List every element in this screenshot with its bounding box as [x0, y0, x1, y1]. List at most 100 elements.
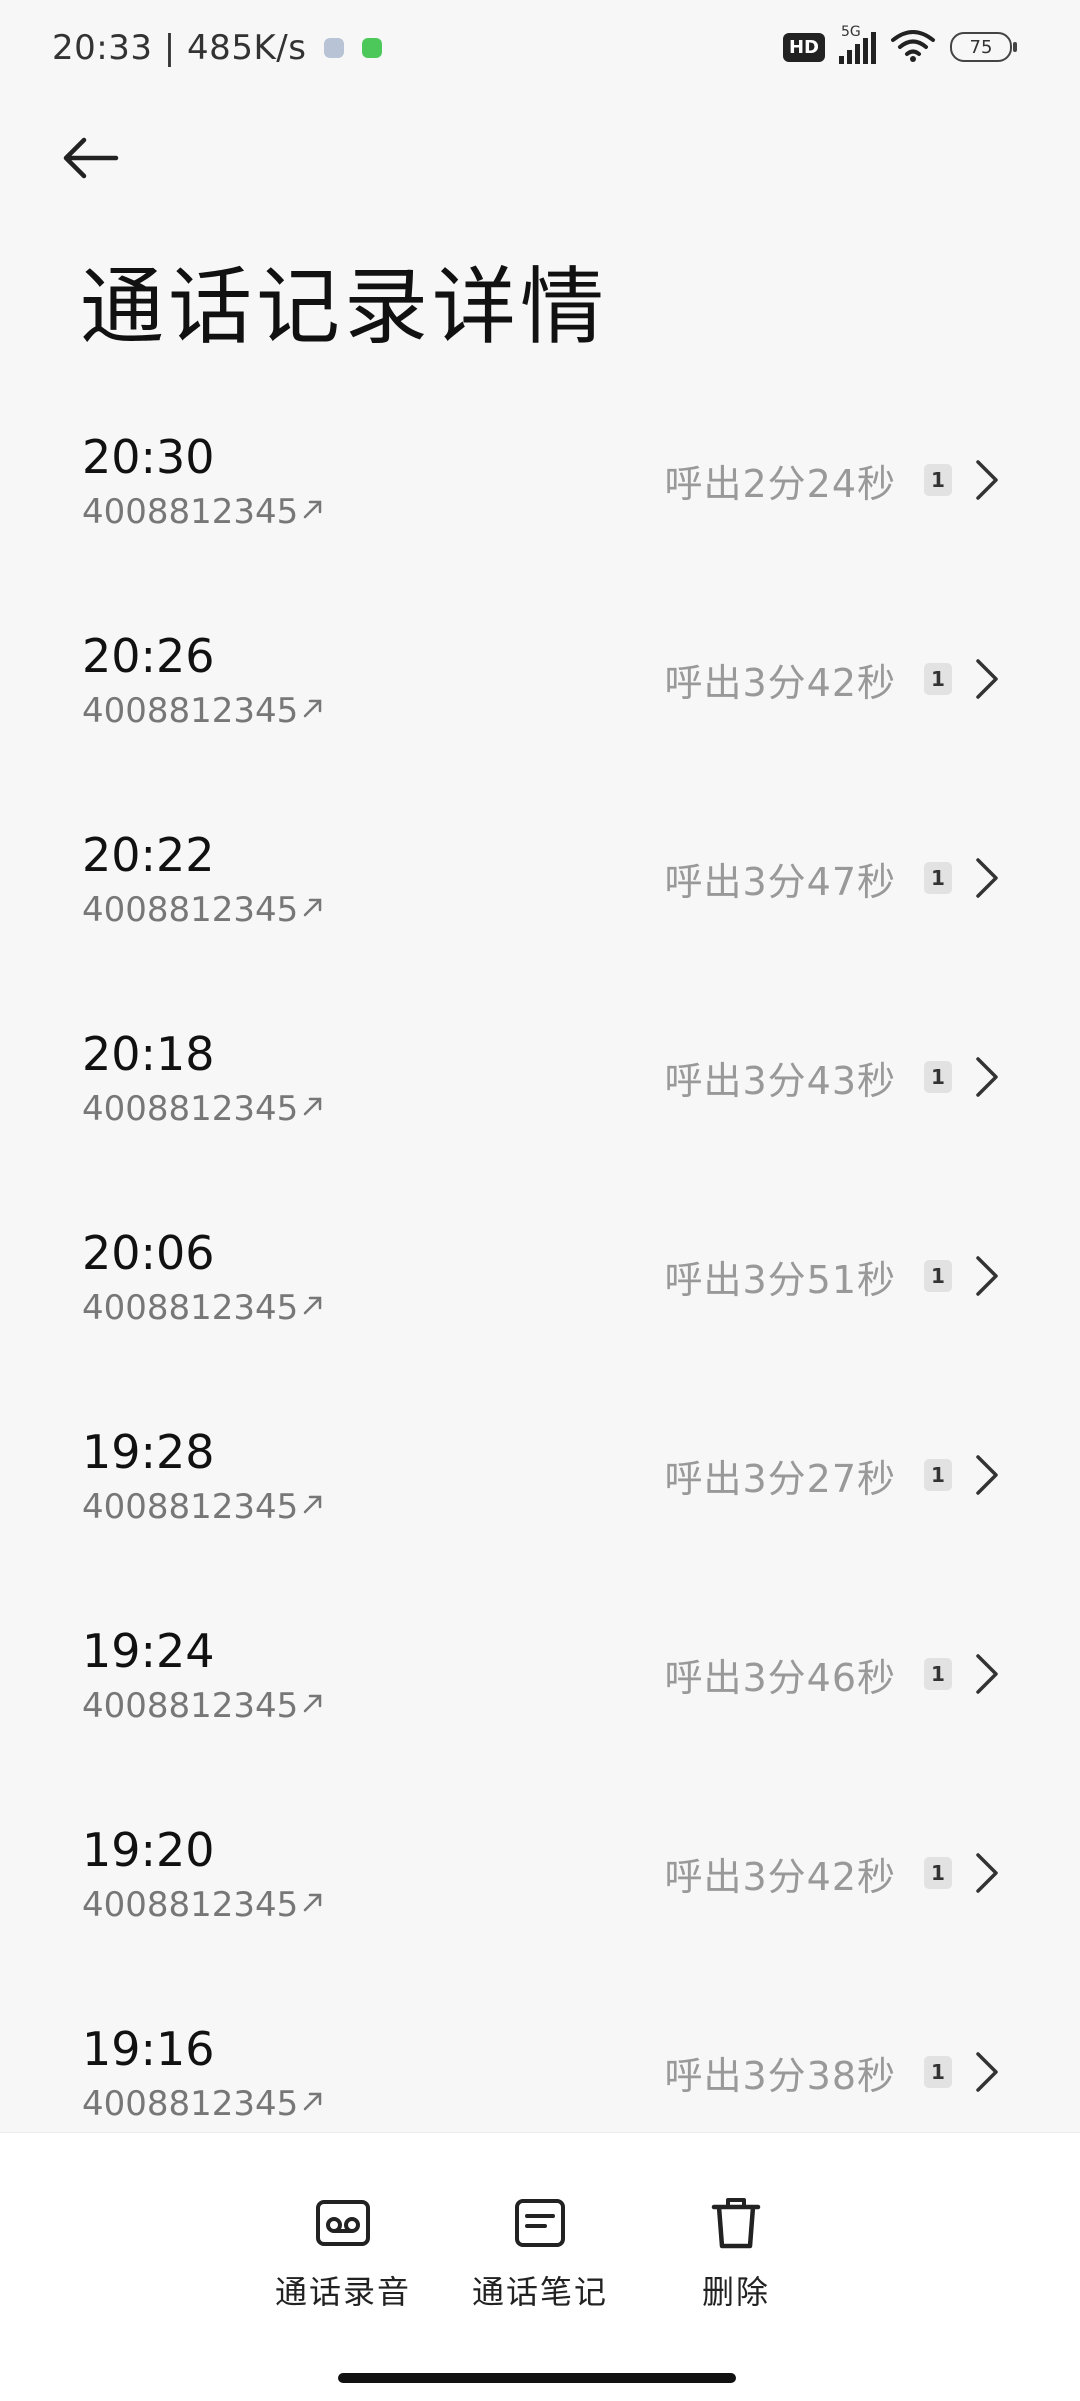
chevron-right-icon[interactable]	[974, 1850, 1004, 1896]
sim-badge: 1	[924, 1857, 952, 1889]
bottom-action-bar: 通话录音 通话笔记 删除	[0, 2132, 1080, 2401]
call-time: 20:06	[82, 1226, 215, 1280]
call-list: 20:30 4008812345 呼出2分24秒 1 20:26 4008812…	[0, 400, 1080, 2191]
call-detail: 呼出3分46秒 1	[664, 1644, 1004, 1704]
call-time: 19:28	[82, 1425, 215, 1479]
phone-number: 4008812345	[82, 492, 299, 532]
call-detail: 呼出3分47秒 1	[664, 848, 1004, 908]
call-duration: 呼出3分38秒	[664, 2053, 896, 2098]
call-log-row[interactable]: 20:26 4008812345 呼出3分42秒 1	[0, 599, 1080, 798]
recording-icon	[313, 2193, 373, 2253]
delete-button[interactable]: 删除	[646, 2193, 826, 2313]
call-detail: 呼出3分27秒 1	[664, 1445, 1004, 1505]
call-time: 20:22	[82, 828, 215, 882]
call-log-row[interactable]: 20:06 4008812345 呼出3分51秒 1	[0, 1196, 1080, 1395]
phone-number: 4008812345	[82, 1487, 299, 1527]
outgoing-arrow-icon	[302, 696, 324, 726]
phone-number: 4008812345	[82, 1686, 299, 1726]
outgoing-arrow-icon	[302, 2089, 324, 2119]
call-duration: 呼出3分42秒	[664, 1854, 896, 1899]
call-number: 4008812345	[82, 1487, 324, 1527]
phone-number: 4008812345	[82, 1288, 299, 1328]
call-detail: 呼出3分51秒 1	[664, 1246, 1004, 1306]
call-log-row[interactable]: 20:18 4008812345 呼出3分43秒 1	[0, 997, 1080, 1196]
sim-badge: 1	[924, 1061, 952, 1093]
outgoing-arrow-icon	[302, 1691, 324, 1721]
call-number: 4008812345	[82, 1885, 324, 1925]
call-recording-button[interactable]: 通话录音	[253, 2193, 433, 2313]
call-duration: 呼出3分43秒	[664, 1058, 896, 1103]
status-bar: 20:33 | 485K/s HD 5G 75	[0, 0, 1080, 100]
chevron-right-icon[interactable]	[974, 1452, 1004, 1498]
call-time: 19:20	[82, 1823, 215, 1877]
call-detail: 呼出3分42秒 1	[664, 1843, 1004, 1903]
call-duration: 呼出2分24秒	[664, 461, 896, 506]
wifi-icon	[890, 28, 936, 66]
call-number: 4008812345	[82, 1288, 324, 1328]
sim-badge: 1	[924, 2056, 952, 2088]
call-detail: 呼出3分43秒 1	[664, 1047, 1004, 1107]
hd-badge: HD	[782, 32, 825, 62]
call-duration: 呼出3分27秒	[664, 1456, 896, 1501]
battery-indicator: 75	[950, 32, 1017, 62]
phone-number: 4008812345	[82, 2084, 299, 2124]
outgoing-arrow-icon	[302, 1890, 324, 1920]
call-log-row[interactable]: 19:20 4008812345 呼出3分42秒 1	[0, 1793, 1080, 1992]
chevron-right-icon[interactable]	[974, 1253, 1004, 1299]
back-button[interactable]	[60, 120, 150, 200]
call-number: 4008812345	[82, 691, 324, 731]
call-number: 4008812345	[82, 492, 324, 532]
signal-icon: 5G	[839, 24, 876, 64]
network-type-label: 5G	[841, 24, 861, 40]
sim-badge: 1	[924, 1260, 952, 1292]
home-indicator[interactable]	[338, 2373, 736, 2383]
outgoing-arrow-icon	[302, 895, 324, 925]
notes-icon	[510, 2193, 570, 2253]
sim-badge: 1	[924, 464, 952, 496]
call-notes-button[interactable]: 通话笔记	[450, 2193, 630, 2313]
phone-number: 4008812345	[82, 691, 299, 731]
chevron-right-icon[interactable]	[974, 2049, 1004, 2095]
call-number: 4008812345	[82, 1686, 324, 1726]
call-number: 4008812345	[82, 890, 324, 930]
call-time: 20:18	[82, 1027, 215, 1081]
call-number: 4008812345	[82, 1089, 324, 1129]
call-recording-label: 通话录音	[274, 2273, 411, 2311]
wechat-notification-icon	[362, 38, 383, 58]
call-time: 20:30	[82, 430, 215, 484]
phone-number: 4008812345	[82, 1885, 299, 1925]
call-duration: 呼出3分47秒	[664, 859, 896, 904]
call-time: 19:24	[82, 1624, 215, 1678]
call-detail: 呼出2分24秒 1	[664, 450, 1004, 510]
call-log-row[interactable]: 20:30 4008812345 呼出2分24秒 1	[0, 400, 1080, 599]
back-arrow-icon	[60, 136, 120, 184]
sim-badge: 1	[924, 663, 952, 695]
status-time-speed: 20:33 | 485K/s	[52, 28, 307, 68]
sim-badge: 1	[924, 1658, 952, 1690]
call-duration: 呼出3分51秒	[664, 1257, 896, 1302]
call-duration: 呼出3分42秒	[664, 660, 896, 705]
phone-number: 4008812345	[82, 1089, 299, 1129]
page-title: 通话记录详情	[80, 258, 609, 356]
phone-number: 4008812345	[82, 890, 299, 930]
delete-label: 删除	[701, 2273, 770, 2311]
call-detail: 呼出3分38秒 1	[664, 2042, 1004, 2102]
trash-icon	[706, 2193, 766, 2253]
outgoing-arrow-icon	[302, 1293, 324, 1323]
call-detail: 呼出3分42秒 1	[664, 649, 1004, 709]
call-log-row[interactable]: 19:24 4008812345 呼出3分46秒 1	[0, 1594, 1080, 1793]
call-time: 19:16	[82, 2022, 215, 2076]
notification-icon	[324, 38, 345, 58]
chevron-right-icon[interactable]	[974, 855, 1004, 901]
chevron-right-icon[interactable]	[974, 1651, 1004, 1697]
call-log-row[interactable]: 19:28 4008812345 呼出3分27秒 1	[0, 1395, 1080, 1594]
call-log-row[interactable]: 20:22 4008812345 呼出3分47秒 1	[0, 798, 1080, 997]
chevron-right-icon[interactable]	[974, 457, 1004, 503]
chevron-right-icon[interactable]	[974, 1054, 1004, 1100]
sim-badge: 1	[924, 1459, 952, 1491]
chevron-right-icon[interactable]	[974, 656, 1004, 702]
status-right: HD 5G 75	[782, 24, 1017, 66]
outgoing-arrow-icon	[302, 1094, 324, 1124]
call-notes-label: 通话笔记	[471, 2273, 608, 2311]
call-duration: 呼出3分46秒	[664, 1655, 896, 1700]
